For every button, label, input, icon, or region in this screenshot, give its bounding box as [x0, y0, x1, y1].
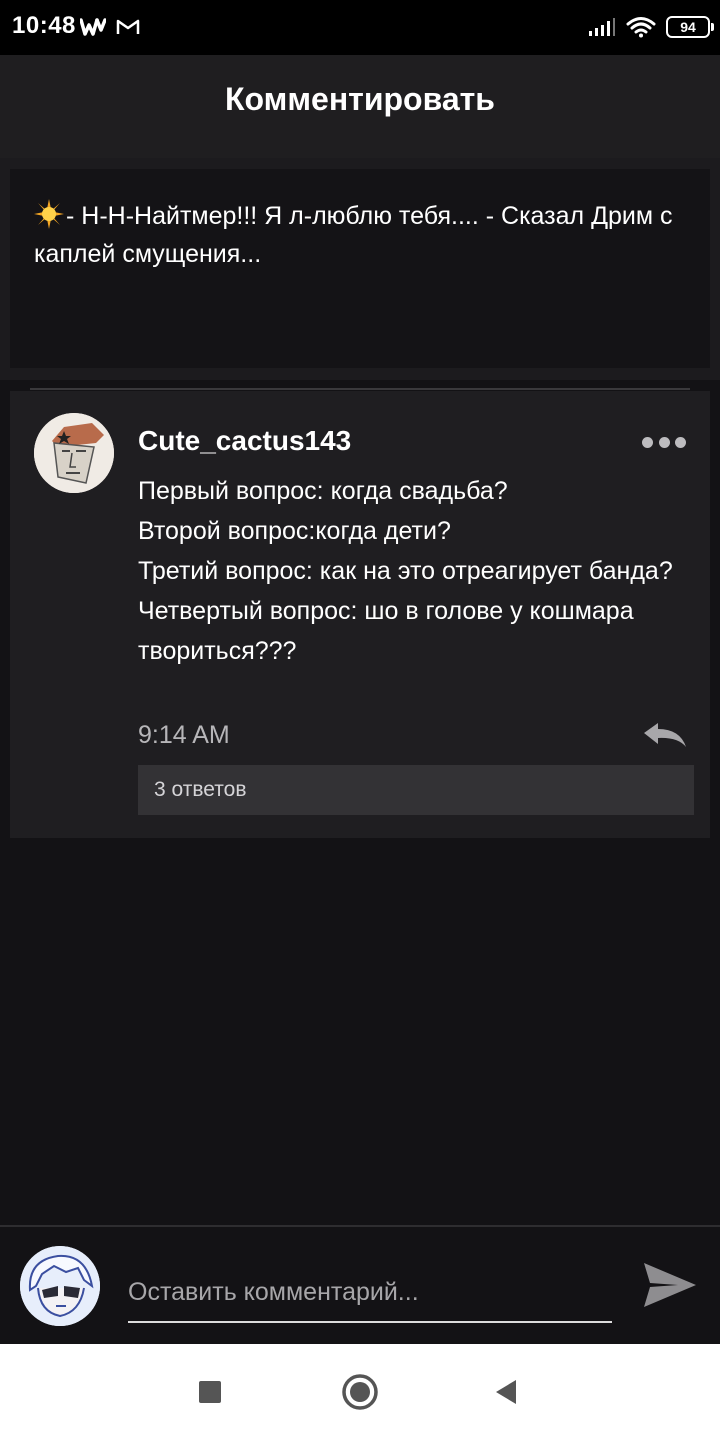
comment-line: Второй вопрос:когда дети?	[138, 517, 451, 545]
quote-text-block: - Н-Н-Найтмер!!! Я л-люблю тебя.... - Ск…	[34, 197, 694, 273]
reply-icon[interactable]	[642, 721, 688, 751]
view-replies-button[interactable]: 3 ответов	[138, 765, 694, 815]
recents-square-icon[interactable]	[190, 1372, 230, 1412]
comment-screen: 10:48 94 Комментировать - Н-Н-Найтмер!!!…	[0, 0, 720, 1440]
more-options-button[interactable]	[642, 431, 686, 453]
quoted-paragraph: - Н-Н-Найтмер!!! Я л-люблю тебя.... - Ск…	[10, 169, 710, 368]
comment-line: Первый вопрос: когда свадьба?	[138, 477, 508, 505]
battery-icon: 94	[666, 16, 714, 38]
comment-input[interactable]	[128, 1263, 612, 1323]
commenter-avatar[interactable]	[34, 413, 114, 493]
comment-line: Третий вопрос: как на это отреагирует ба…	[138, 557, 673, 585]
comment-author[interactable]: Cute_cactus143	[138, 425, 351, 457]
signal-icon	[589, 18, 615, 36]
status-system-icons: 94	[588, 14, 714, 40]
comment-body: Первый вопрос: когда свадьба? Второй воп…	[138, 471, 693, 671]
divider	[30, 388, 690, 390]
home-circle-icon[interactable]	[340, 1372, 380, 1412]
comment-composer	[0, 1225, 720, 1344]
more-dot-icon	[642, 436, 653, 448]
system-nav-bar	[0, 1344, 720, 1440]
header: Комментировать	[0, 55, 720, 158]
wattpad-icon	[80, 18, 106, 36]
status-app-icons	[80, 14, 140, 40]
page-title: Комментировать	[225, 81, 495, 117]
status-time: 10:48	[12, 12, 76, 39]
more-dot-icon	[658, 436, 670, 448]
gmail-icon	[116, 19, 140, 34]
send-icon[interactable]	[642, 1257, 698, 1313]
comment-timestamp: 9:14 AM	[138, 721, 230, 749]
wifi-icon	[626, 17, 656, 38]
anime-avatar-image	[20, 1246, 100, 1326]
moai-avatar-image	[34, 413, 114, 493]
sun-emoji-icon	[34, 199, 64, 229]
quote-text: - Н-Н-Найтмер!!! Я л-люблю тебя.... - Ск…	[34, 202, 673, 268]
back-triangle-icon[interactable]	[488, 1372, 528, 1412]
more-dot-icon	[675, 436, 686, 448]
comment-line: Четвертый вопрос: шо в голове у кошмара …	[138, 597, 634, 665]
status-bar: 10:48 94	[0, 0, 720, 55]
user-avatar[interactable]	[20, 1246, 100, 1326]
comment-card: Cute_cactus143 Первый вопрос: когда свад…	[10, 391, 710, 838]
